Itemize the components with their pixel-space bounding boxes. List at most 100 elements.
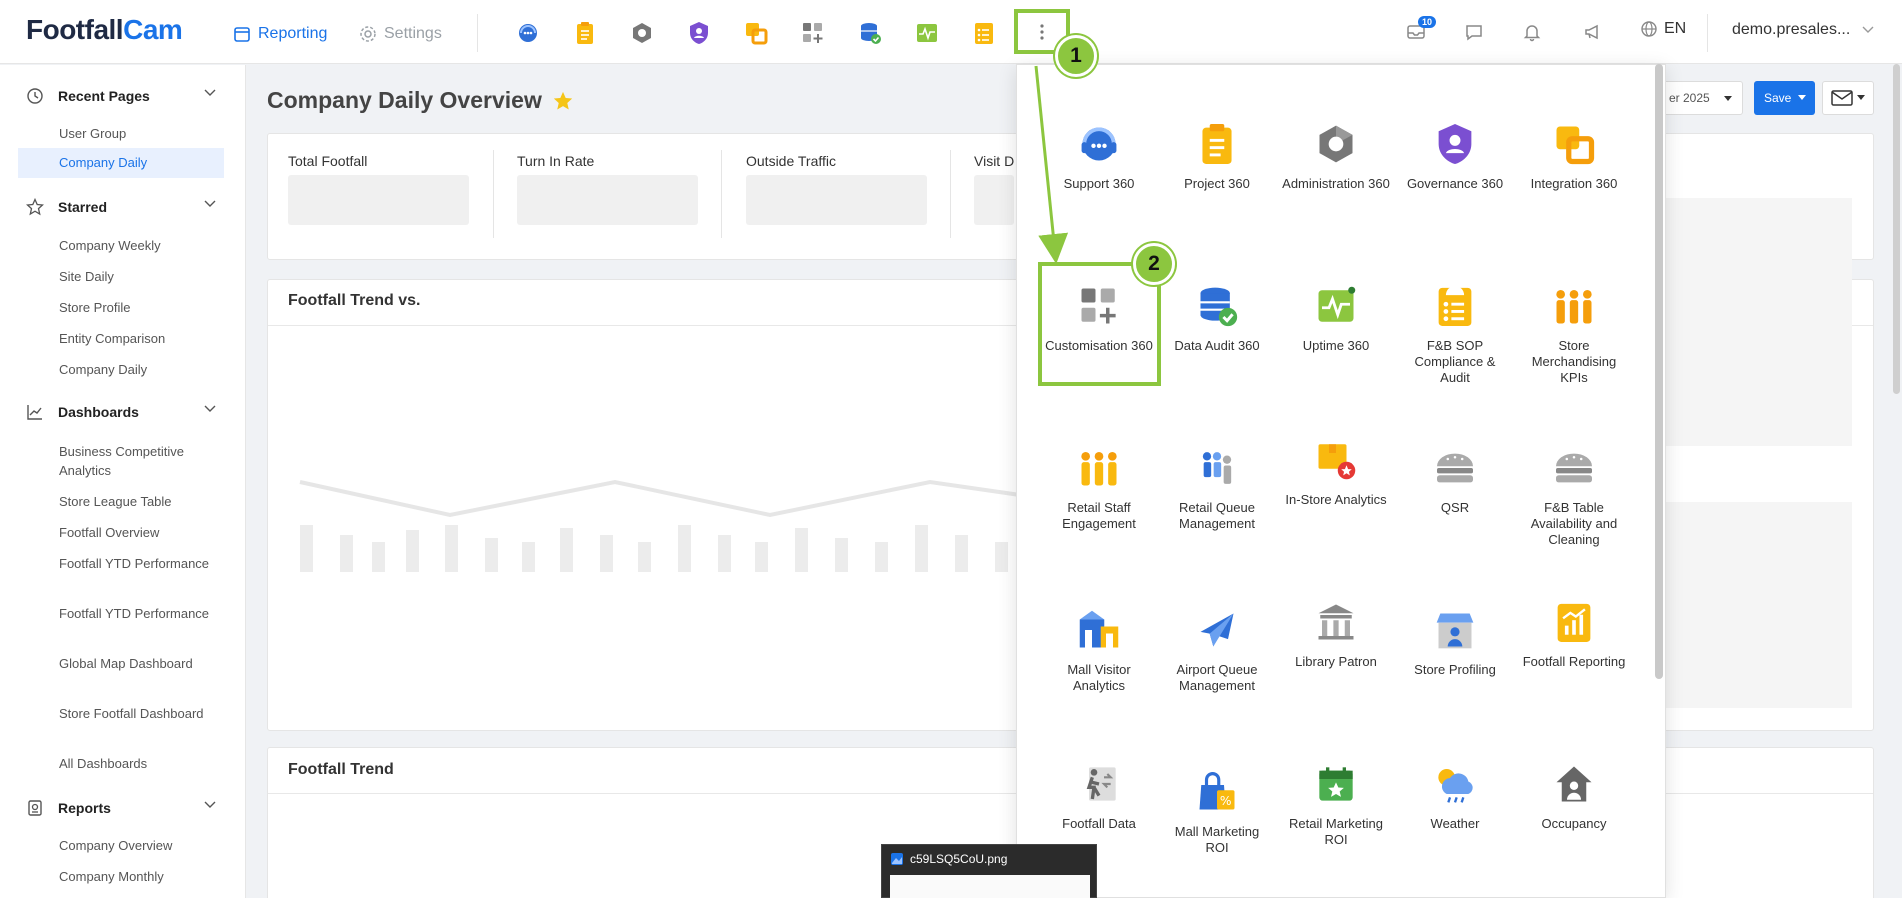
language-label: EN [1664, 20, 1687, 37]
chart-placeholder-block [1662, 198, 1852, 446]
star-filled-icon[interactable] [552, 90, 574, 112]
app-tile-airport-queue-management[interactable]: Airport Queue Management [1158, 604, 1276, 694]
sidebar-item-company-monthly[interactable]: Company Monthly [59, 867, 219, 886]
app-tile-retail-staff-engagement[interactable]: Retail Staff Engagement [1040, 442, 1158, 532]
notification-badge: 10 [1418, 16, 1437, 28]
sidebar-section-reports[interactable]: Reports [26, 799, 226, 817]
sidebar-section-dashboards[interactable]: Dashboards [26, 403, 226, 421]
app-tile-label: F&B SOP Compliance & Audit [1414, 338, 1496, 385]
panel-scrollbar[interactable] [1655, 64, 1663, 679]
sidebar-item-site-daily[interactable]: Site Daily [59, 267, 219, 286]
app-tile-administration-360[interactable]: Administration 360 [1277, 118, 1395, 192]
app-tile-label: F&B Table Availability and Cleaning [1530, 500, 1618, 547]
app-tile-label: Uptime 360 [1302, 338, 1370, 353]
page-scrollbar[interactable] [1893, 64, 1900, 394]
app-tile-label: Governance 360 [1406, 176, 1504, 191]
star-outline-icon [26, 198, 44, 216]
project-360-shortcut[interactable] [572, 20, 598, 46]
kpi-label-visit-duration: Visit D [974, 153, 1015, 169]
store-icon [1436, 613, 1474, 649]
app-tile-integration-360[interactable]: Integration 360 [1515, 118, 1633, 192]
sidebar-item-footfall-ytd-performance[interactable]: Footfall YTD Performance [59, 554, 219, 573]
app-tile-data-audit-360[interactable]: Data Audit 360 [1158, 280, 1276, 354]
app-tile-weather[interactable]: Weather [1396, 758, 1514, 832]
app-tile-qsr[interactable]: QSR [1396, 442, 1514, 516]
house-icon [1556, 766, 1592, 802]
app-tile-store-merchandising-kpis[interactable]: Store Merchandising KPIs [1515, 280, 1633, 386]
app-tile-governance-360[interactable]: Governance 360 [1396, 118, 1514, 192]
app-tile-library-patron[interactable]: Library Patron [1277, 596, 1395, 670]
sidebar-item-footfall-overview[interactable]: Footfall Overview [59, 523, 219, 542]
sidebar-item-company-daily[interactable]: Company Daily [59, 360, 219, 379]
page-title-text: Company Daily Overview [267, 87, 542, 113]
library-icon [1318, 604, 1354, 640]
app-tile-store-profiling[interactable]: Store Profiling [1396, 604, 1514, 678]
sidebar-item-global-map-dashboard[interactable]: Global Map Dashboard [59, 654, 219, 673]
airplane-icon [1200, 613, 1234, 647]
caret-down-icon [1798, 95, 1806, 100]
globe-icon [1641, 21, 1657, 37]
tab-reporting[interactable]: Reporting [233, 22, 327, 46]
footfallcam-logo[interactable]: FootfallCam [26, 14, 183, 46]
administration-360-shortcut[interactable] [629, 20, 655, 46]
box-star-icon [1318, 444, 1356, 480]
calendar-star-icon [1319, 767, 1353, 801]
app-tile-occupancy[interactable]: Occupancy [1515, 758, 1633, 832]
sidebar-item-user-group[interactable]: User Group [59, 124, 219, 143]
data-audit-360-shortcut[interactable] [857, 20, 883, 46]
user-divider [1707, 14, 1708, 52]
save-button[interactable]: Save [1754, 81, 1815, 115]
app-tile-footfall-data[interactable]: Footfall Data [1040, 758, 1158, 832]
sidebar-section-recent-pages[interactable]: Recent Pages [26, 87, 226, 105]
sidebar-item-store-footfall-dashboard[interactable]: Store Footfall Dashboard [59, 704, 219, 723]
app-tile-fnb-table-availability[interactable]: F&B Table Availability and Cleaning [1515, 442, 1633, 548]
app-tile-support-360[interactable]: Support 360 [1040, 118, 1158, 192]
app-tile-mall-visitor-analytics[interactable]: Mall Visitor Analytics [1040, 604, 1158, 694]
app-tile-fnb-sop-compliance[interactable]: F&B SOP Compliance & Audit [1396, 280, 1514, 386]
history-icon [27, 88, 43, 104]
customisation-360-shortcut[interactable] [800, 20, 826, 46]
sidebar-item-entity-comparison[interactable]: Entity Comparison [59, 329, 219, 348]
notifications-button[interactable] [1521, 21, 1543, 43]
sidebar-item-business-competitive-analytics[interactable]: Business Competitive Analytics [59, 442, 219, 480]
integration-360-shortcut[interactable] [743, 20, 769, 46]
thumbnail-filename: c59LSQ5CoU.png [910, 852, 1008, 866]
app-tile-footfall-reporting[interactable]: Footfall Reporting [1515, 596, 1633, 670]
support-360-shortcut[interactable] [515, 20, 541, 46]
fnb-sop-shortcut[interactable] [971, 20, 997, 46]
uptime-360-shortcut[interactable] [914, 20, 940, 46]
app-tile-retail-marketing-roi[interactable]: Retail Marketing ROI [1277, 758, 1395, 848]
app-tile-project-360[interactable]: Project 360 [1158, 118, 1276, 192]
language-selector[interactable]: EN [1640, 20, 1686, 38]
app-tile-uptime-360[interactable]: Uptime 360 [1277, 280, 1395, 354]
app-tile-label: Footfall Reporting [1522, 654, 1626, 669]
email-button[interactable] [1822, 81, 1874, 115]
app-tile-label: In-Store Analytics [1285, 492, 1387, 507]
taskbar-thumbnail-preview[interactable]: c59LSQ5CoU.png [881, 844, 1097, 898]
sidebar-section-starred[interactable]: Starred [26, 198, 226, 216]
sidebar-item-all-dashboards[interactable]: All Dashboards [59, 754, 219, 773]
sidebar-item-footfall-ytd-performance-2[interactable]: Footfall YTD Performance [59, 604, 219, 623]
announcements-button[interactable] [1582, 21, 1604, 43]
megaphone-icon [1585, 24, 1598, 40]
sidebar-item-company-overview[interactable]: Company Overview [59, 836, 219, 855]
kpi-value-placeholder [517, 175, 698, 225]
svg-text:%: % [1220, 794, 1232, 808]
app-tile-label: Project 360 [1184, 176, 1250, 191]
sidebar-item-company-weekly[interactable]: Company Weekly [59, 236, 219, 255]
chat-icon [1466, 25, 1482, 41]
date-range-select[interactable]: er 2025 [1658, 81, 1743, 115]
governance-360-shortcut[interactable] [686, 20, 712, 46]
app-tile-mall-marketing-roi[interactable]: % Mall Marketing ROI [1158, 766, 1276, 856]
sidebar-item-store-league-table[interactable]: Store League Table [59, 492, 219, 511]
kpi-label-outside-traffic: Outside Traffic [746, 153, 837, 169]
user-menu[interactable]: demo.presales... [1732, 21, 1874, 39]
grid-plus-icon [803, 23, 823, 43]
sidebar-item-store-profile[interactable]: Store Profile [59, 298, 219, 317]
clipboard-icon [577, 22, 593, 44]
chat-button[interactable] [1463, 21, 1485, 43]
sidebar-item-company-daily-active[interactable]: Company Daily [18, 148, 224, 178]
tab-settings[interactable]: Settings [359, 22, 442, 46]
app-tile-retail-queue-management[interactable]: Retail Queue Management [1158, 442, 1276, 532]
app-tile-in-store-analytics[interactable]: In-Store Analytics [1277, 434, 1395, 508]
